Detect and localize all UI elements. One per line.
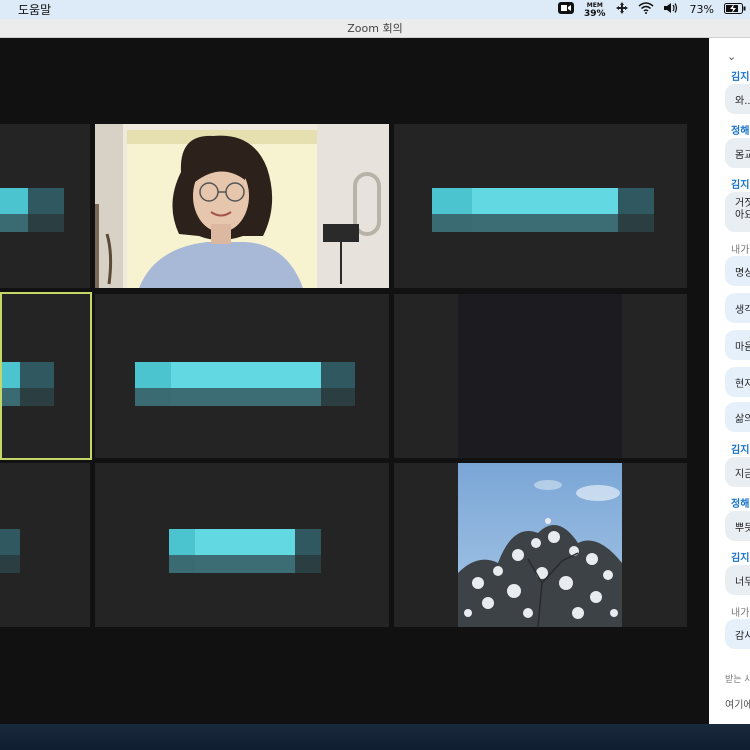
help-menu[interactable]: 도움말 (18, 1, 51, 18)
chat-message: 거짓 아요 (725, 192, 750, 232)
active-speaker-tile[interactable] (0, 292, 92, 460)
participant-tile[interactable] (0, 463, 90, 627)
wifi-icon[interactable] (638, 2, 654, 17)
chat-sender: 김지 (731, 180, 750, 191)
chat-sender: 정해 (731, 126, 750, 137)
apple-menu-partial[interactable] (0, 4, 4, 16)
chat-message: 현지 (725, 367, 750, 397)
chat-sender: 김지 (731, 72, 750, 83)
video-gallery (0, 38, 709, 724)
participant-tile[interactable] (95, 463, 389, 627)
chat-message-input[interactable]: 여기에 (725, 696, 750, 711)
participant-name-blurred (0, 529, 20, 573)
participant-video-tile[interactable] (95, 124, 389, 288)
chat-message: 명상 (725, 256, 750, 286)
chat-message: 너무 (725, 565, 750, 595)
chevron-down-icon[interactable]: ⌄ (727, 50, 736, 63)
chat-message: 감시 (725, 619, 750, 649)
window-title-bar: Zoom 회의 (0, 19, 750, 38)
chat-sender-self: 내가 (731, 245, 750, 256)
zoom-status-icon[interactable] (558, 2, 574, 17)
battery-charging-icon[interactable] (724, 2, 746, 17)
menu-bar: 도움말 MEM 39% 73% (0, 0, 750, 19)
chat-sender: 김지 (731, 553, 750, 564)
participant-tile[interactable] (394, 124, 687, 288)
cherry-blossom-video-feed (458, 463, 622, 627)
volume-icon[interactable] (663, 2, 680, 17)
participant-name-blurred (0, 188, 64, 232)
participant-video-dark (458, 294, 622, 458)
battery-percentage[interactable]: 73% (690, 3, 714, 16)
chat-message: 생각 (725, 293, 750, 323)
chat-message: 뿌듯 (725, 511, 750, 541)
participant-tile[interactable] (0, 124, 90, 288)
chat-panel: ⌄ 김지 와... 정해 몸교 김지 거짓 아요 내가 명상 생각 마음 현지 … (709, 38, 750, 724)
chat-sender: 김지 (731, 445, 750, 456)
participant-tile[interactable] (394, 294, 687, 458)
memory-indicator[interactable]: MEM 39% (584, 2, 606, 19)
participant-name-blurred (169, 529, 321, 573)
chat-sender: 정해 (731, 499, 750, 510)
chat-message: 마음 (725, 330, 750, 360)
participant-name-blurred (432, 188, 654, 232)
chat-message: 삶의 (725, 402, 750, 432)
chat-message: 몸교 (725, 138, 750, 168)
desktop-background-strip (0, 724, 750, 750)
participant-name-blurred (135, 362, 355, 406)
chat-recipient-selector[interactable]: 받는 사 (725, 672, 750, 685)
chat-message: 와... (725, 84, 750, 114)
chat-message: 지금 (725, 457, 750, 487)
participant-tile[interactable] (95, 294, 389, 458)
move-arrows-icon[interactable] (615, 2, 628, 17)
participant-video-tile[interactable] (394, 463, 687, 627)
participant-video-feed (95, 124, 389, 288)
window-title: Zoom 회의 (347, 22, 403, 35)
participant-name-blurred (2, 362, 54, 406)
chat-sender-self: 내가 (731, 608, 750, 619)
